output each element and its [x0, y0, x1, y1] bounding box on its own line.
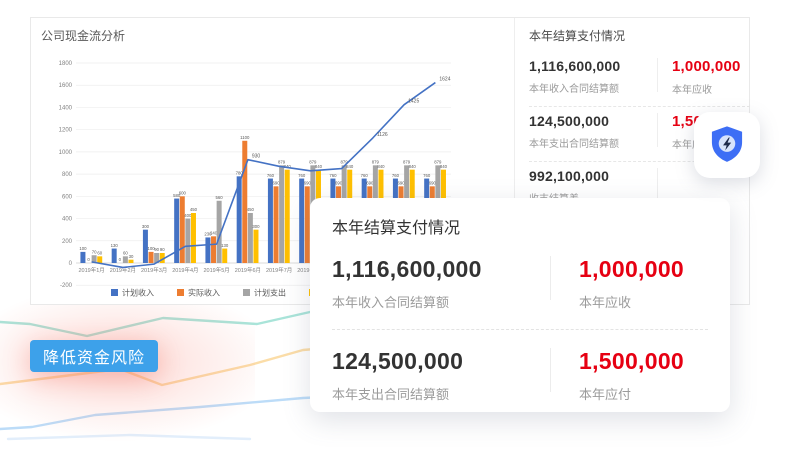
svg-text:计划支出: 计划支出: [254, 288, 286, 298]
svg-text:1126: 1126: [377, 132, 388, 138]
svg-text:400: 400: [184, 213, 192, 218]
popup-receivable-label: 本年应收: [579, 292, 684, 311]
settlement-popup: 本年结算支付情况 1,116,600,000 本年收入合同结算额 1,000,0…: [310, 198, 730, 412]
svg-text:2019年4月: 2019年4月: [172, 266, 198, 274]
svg-text:1600: 1600: [59, 83, 73, 89]
svg-text:600: 600: [62, 194, 73, 200]
popup-expense-label: 本年支出合同结算额: [332, 384, 550, 403]
svg-text:840: 840: [409, 164, 417, 169]
svg-text:690: 690: [429, 181, 437, 186]
popup-income-label: 本年收入合同结算额: [332, 292, 550, 311]
svg-text:300: 300: [142, 224, 150, 229]
svg-text:690: 690: [304, 181, 312, 186]
svg-text:60: 60: [97, 251, 102, 256]
svg-text:760: 760: [361, 173, 369, 178]
receivable-value: 1,000,000: [672, 58, 741, 75]
svg-text:2019年7月: 2019年7月: [266, 266, 292, 274]
svg-text:1000: 1000: [59, 150, 73, 156]
svg-text:2019年5月: 2019年5月: [203, 266, 229, 274]
svg-text:760: 760: [392, 173, 400, 178]
popup-receivable-value: 1,000,000: [579, 256, 684, 283]
svg-text:840: 840: [346, 164, 354, 169]
svg-text:200: 200: [62, 239, 73, 245]
svg-text:100: 100: [79, 246, 87, 251]
income-settlement-value: 1,116,600,000: [529, 58, 657, 74]
svg-text:760: 760: [267, 173, 275, 178]
popup-payable-label: 本年应付: [579, 384, 684, 403]
popup-expense-value: 124,500,000: [332, 348, 550, 375]
svg-text:130: 130: [111, 243, 119, 248]
svg-text:1800: 1800: [59, 61, 73, 67]
svg-text:130: 130: [221, 243, 229, 248]
svg-text:90: 90: [154, 247, 159, 252]
shield-lightning-icon: [704, 122, 750, 168]
svg-text:560: 560: [216, 195, 224, 200]
column-divider: [657, 113, 658, 147]
svg-text:690: 690: [366, 181, 374, 186]
svg-text:450: 450: [247, 207, 255, 212]
svg-text:1100: 1100: [240, 135, 250, 140]
svg-text:70: 70: [92, 249, 97, 254]
balance-value: 992,100,000: [529, 168, 657, 184]
svg-text:0: 0: [119, 257, 122, 262]
income-settlement-label: 本年收入合同结算额: [529, 80, 657, 95]
svg-text:690: 690: [335, 181, 343, 186]
svg-text:600: 600: [179, 191, 187, 196]
svg-text:60: 60: [123, 251, 128, 256]
popup-title: 本年结算支付情况: [332, 214, 708, 238]
svg-text:760: 760: [298, 173, 306, 178]
summary-title: 本年结算支付情况: [529, 27, 750, 44]
svg-text:800: 800: [62, 172, 73, 178]
svg-text:240: 240: [210, 231, 218, 236]
svg-text:90: 90: [160, 247, 165, 252]
expense-settlement-value: 124,500,000: [529, 113, 657, 129]
svg-text:0: 0: [87, 257, 90, 262]
svg-text:930: 930: [252, 154, 261, 160]
svg-text:1425: 1425: [408, 99, 419, 105]
popup-row: 1,116,600,000 本年收入合同结算额 1,000,000 本年应收: [332, 252, 708, 330]
svg-text:760: 760: [329, 173, 337, 178]
svg-text:400: 400: [62, 217, 73, 223]
svg-text:2019年1月: 2019年1月: [78, 266, 104, 274]
svg-text:1400: 1400: [59, 105, 73, 111]
svg-text:30: 30: [129, 254, 134, 259]
svg-text:0: 0: [69, 261, 73, 267]
expense-settlement-label: 本年支出合同结算额: [529, 135, 657, 150]
column-divider: [657, 58, 658, 92]
svg-text:计划收入: 计划收入: [122, 288, 154, 298]
svg-text:690: 690: [272, 181, 280, 186]
svg-text:840: 840: [315, 164, 323, 169]
column-divider: [657, 168, 658, 202]
receivable-label: 本年应收: [672, 81, 741, 96]
svg-text:300: 300: [252, 224, 260, 229]
svg-text:1624: 1624: [439, 77, 450, 83]
svg-text:840: 840: [377, 164, 385, 169]
popup-payable-value: 1,500,000: [579, 348, 684, 375]
popup-income-value: 1,116,600,000: [332, 256, 550, 283]
svg-text:-200: -200: [60, 283, 73, 289]
svg-text:760: 760: [423, 173, 431, 178]
svg-text:2019年6月: 2019年6月: [235, 266, 261, 274]
column-divider: [550, 256, 551, 300]
column-divider: [550, 348, 551, 392]
popup-row: 124,500,000 本年支出合同结算额 1,500,000 本年应付: [332, 330, 708, 421]
svg-text:840: 840: [440, 164, 448, 169]
svg-text:实际收入: 实际收入: [188, 288, 220, 298]
svg-text:450: 450: [190, 207, 198, 212]
svg-text:690: 690: [397, 181, 405, 186]
svg-text:2019年3月: 2019年3月: [141, 266, 167, 274]
summary-row: 1,116,600,000 本年收入合同结算额 1,000,000 本年应收: [529, 52, 750, 107]
svg-text:1200: 1200: [59, 128, 73, 134]
security-shield-card: [694, 112, 760, 178]
reduce-risk-badge[interactable]: 降低资金风险: [30, 340, 158, 372]
